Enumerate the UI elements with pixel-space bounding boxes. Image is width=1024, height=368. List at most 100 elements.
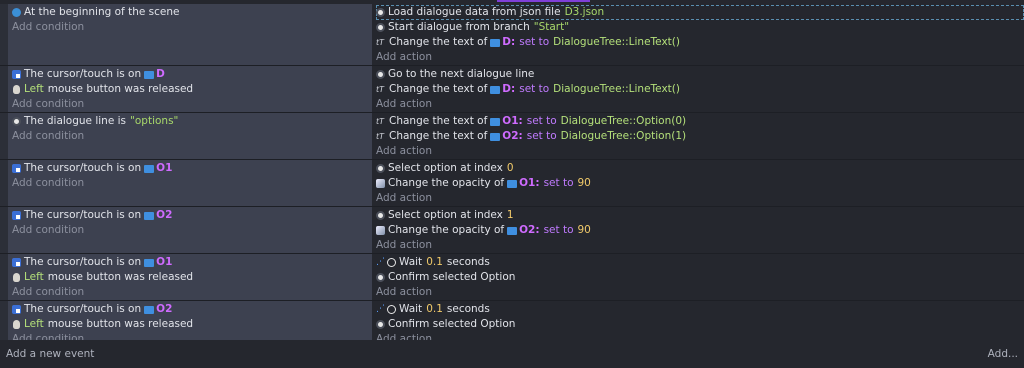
- add-new-event-button[interactable]: Add a new event: [6, 348, 94, 360]
- event-gutter[interactable]: [0, 207, 8, 253]
- add-more-button[interactable]: Add...: [988, 348, 1018, 360]
- condition[interactable]: The cursor/touch is on D: [12, 67, 372, 82]
- event-gutter[interactable]: [0, 113, 8, 159]
- actions-column: tT Change the text of O1: set to DialogueTre…: [372, 113, 1024, 159]
- wait-unit: seconds: [446, 256, 490, 268]
- add-action-button[interactable]: Add action: [376, 285, 1024, 299]
- action-argument: 1: [506, 209, 514, 221]
- add-condition-button[interactable]: Add condition: [12, 223, 372, 237]
- object-icon: [490, 85, 501, 94]
- condition[interactable]: The cursor/touch is on O1: [12, 255, 372, 270]
- condition[interactable]: Left mouse button was released: [12, 317, 372, 332]
- condition[interactable]: At the beginning of the scene: [12, 5, 372, 20]
- object-icon: [144, 70, 155, 79]
- action[interactable]: tT Change the text of D: set to DialogueTree…: [376, 35, 1024, 50]
- add-condition-button[interactable]: Add condition: [12, 285, 372, 299]
- add-condition-button[interactable]: Add condition: [12, 20, 372, 34]
- action[interactable]: tT Change the text of O1: set to DialogueTre…: [376, 114, 1024, 129]
- action-text: Change the text of: [389, 83, 488, 95]
- object-icon: [144, 258, 155, 267]
- action-text: Change the opacity of: [388, 224, 505, 236]
- add-condition-button[interactable]: Add condition: [12, 176, 372, 190]
- conditions-column: The cursor/touch is on D Left mouse button …: [8, 66, 372, 112]
- event-row[interactable]: The dialogue line is "options" Add conditi…: [0, 113, 1024, 160]
- object-ref: D:: [490, 82, 515, 97]
- action[interactable]: Select option at index 0: [376, 161, 1024, 176]
- object-name: O2: [156, 209, 173, 221]
- action[interactable]: ⋰ Wait 0.1 seconds: [376, 302, 1024, 317]
- action[interactable]: Select option at index 1: [376, 208, 1024, 223]
- actions-column: Select option at index 1 Change the opacit…: [372, 207, 1024, 253]
- dialogue-tree-icon: [376, 8, 385, 17]
- action[interactable]: Start dialogue from branch "Start": [376, 20, 1024, 35]
- scene-start-icon: [12, 8, 21, 17]
- object-ref: O2: [144, 302, 172, 317]
- object-name: D: [156, 68, 165, 80]
- condition[interactable]: The cursor/touch is on O2: [12, 208, 372, 223]
- add-action-button[interactable]: Add action: [376, 144, 1024, 158]
- dialogue-tree-icon: [376, 273, 385, 282]
- action[interactable]: Confirm selected Option: [376, 317, 1024, 332]
- add-action-button[interactable]: Add action: [376, 97, 1024, 111]
- action[interactable]: ⋰ Wait 0.1 seconds: [376, 255, 1024, 270]
- event-row[interactable]: The cursor/touch is on O1 Left mouse button…: [0, 254, 1024, 301]
- add-condition-button[interactable]: Add condition: [12, 97, 372, 111]
- object-name: O1: [156, 162, 173, 174]
- action[interactable]: Go to the next dialogue line: [376, 67, 1024, 82]
- cursor-icon: [12, 211, 21, 220]
- cursor-icon: [12, 258, 21, 267]
- condition[interactable]: The cursor/touch is on O2: [12, 302, 372, 317]
- event-row[interactable]: The cursor/touch is on D Left mouse button …: [0, 66, 1024, 113]
- conditions-column: The cursor/touch is on O2 Add condition: [8, 207, 372, 253]
- object-name: O2:: [502, 130, 523, 142]
- event-row[interactable]: The cursor/touch is on O1 Add condition Sel…: [0, 160, 1024, 207]
- action[interactable]: Change the opacity of O2: set to 90: [376, 223, 1024, 238]
- event-gutter[interactable]: [0, 160, 8, 206]
- condition-text: The cursor/touch is on: [24, 68, 142, 80]
- cursor-icon: [12, 305, 21, 314]
- text-icon: tT: [376, 117, 385, 126]
- event-gutter[interactable]: [0, 66, 8, 112]
- operator: set to: [526, 130, 557, 142]
- add-action-button[interactable]: Add action: [376, 191, 1024, 205]
- operator: set to: [519, 83, 550, 95]
- action[interactable]: Confirm selected Option: [376, 270, 1024, 285]
- action[interactable]: tT Change the text of D: set to DialogueTree…: [376, 82, 1024, 97]
- text-icon: tT: [376, 38, 385, 47]
- action-value: DialogueTree::Option(1): [560, 130, 687, 142]
- condition-text: mouse button was released: [47, 271, 194, 283]
- object-ref: O1: [144, 255, 172, 270]
- add-action-button[interactable]: Add action: [376, 238, 1024, 252]
- actions-column: ⋰ Wait 0.1 seconds Confirm selected Option Ad…: [372, 254, 1024, 300]
- mouse-icon: [13, 85, 20, 94]
- event-row[interactable]: The cursor/touch is on O2 Add condition Sel…: [0, 207, 1024, 254]
- action[interactable]: Change the opacity of O1: set to 90: [376, 176, 1024, 191]
- condition[interactable]: The dialogue line is "options": [12, 114, 372, 129]
- object-name: D:: [502, 36, 516, 48]
- condition[interactable]: The cursor/touch is on O1: [12, 161, 372, 176]
- actions-column: Select option at index 0 Change the opacit…: [372, 160, 1024, 206]
- condition[interactable]: Left mouse button was released: [12, 270, 372, 285]
- action-text: Start dialogue from branch: [388, 21, 530, 33]
- event-gutter[interactable]: [0, 4, 8, 65]
- action-text: Change the opacity of: [388, 177, 505, 189]
- object-ref: O1:: [507, 176, 540, 191]
- add-action-button[interactable]: Add action: [376, 50, 1024, 64]
- action[interactable]: tT Change the text of O2: set to DialogueTre…: [376, 129, 1024, 144]
- object-icon: [490, 132, 501, 141]
- opacity-icon: [376, 179, 385, 188]
- action-value: DialogueTree::LineText(): [553, 83, 680, 95]
- event-row[interactable]: At the beginning of the scene Add conditi…: [0, 4, 1024, 66]
- mouse-button-value: Left: [24, 83, 44, 95]
- event-gutter[interactable]: [0, 254, 8, 300]
- object-ref: D:: [490, 35, 515, 50]
- object-icon: [144, 305, 155, 314]
- condition-text: The cursor/touch is on: [24, 162, 142, 174]
- add-condition-button[interactable]: Add condition: [12, 129, 372, 143]
- condition-text: mouse button was released: [47, 318, 194, 330]
- operator: set to: [526, 115, 557, 127]
- object-name: O1:: [502, 115, 523, 127]
- action[interactable]: Load dialogue data from json file D3.json: [376, 5, 1024, 20]
- condition[interactable]: Left mouse button was released: [12, 82, 372, 97]
- timer-icon: [387, 258, 396, 267]
